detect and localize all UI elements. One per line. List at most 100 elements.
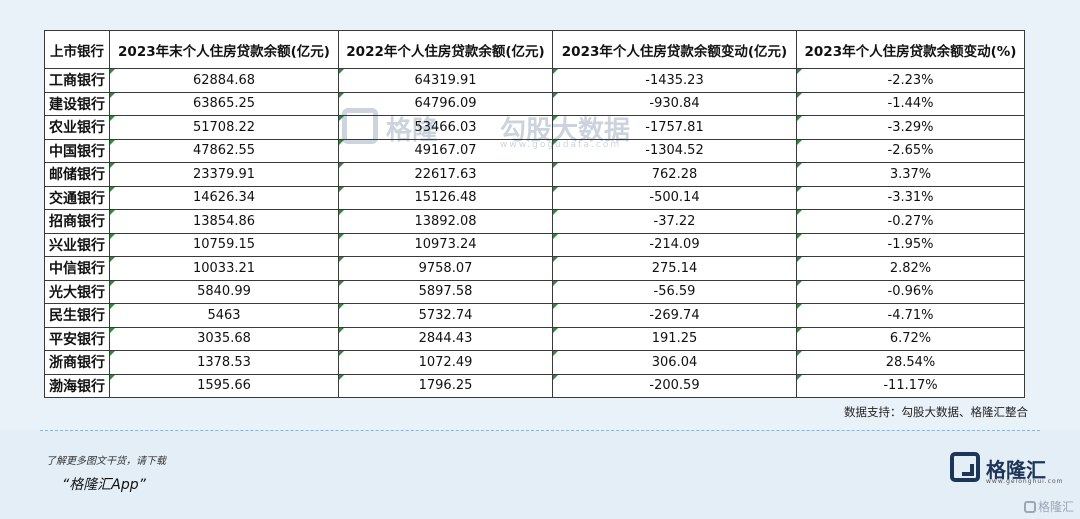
cell-bank: 招商银行 xyxy=(44,209,110,234)
cell-2023-balance: 3035.68 xyxy=(109,326,339,351)
table-row: 中信银行 10033.21 9758.07 275.14 2.82% xyxy=(44,256,1025,281)
cell-change-amount: -214.09 xyxy=(552,232,797,257)
cell-change-amount: -56.59 xyxy=(552,279,797,304)
table-row: 兴业银行 10759.15 10973.24 -214.09 -1.95% xyxy=(44,232,1025,257)
cell-bank: 中信银行 xyxy=(44,256,110,281)
table-row: 农业银行 51708.22 53466.03 -1757.81 -3.29% xyxy=(44,115,1025,140)
header-change-percent: 2023年个人住房贷款余额变动(%) xyxy=(796,30,1025,69)
cell-2023-balance: 14626.34 xyxy=(109,185,339,210)
header-change-amount: 2023年个人住房贷款余额变动(亿元) xyxy=(552,30,797,69)
cell-bank: 浙商银行 xyxy=(44,350,110,375)
table-row: 中国银行 47862.55 49167.07 -1304.52 -2.65% xyxy=(44,138,1025,163)
promo-line-1: 了解更多图文干货，请下载 xyxy=(46,456,166,467)
cell-2023-balance: 63865.25 xyxy=(109,91,339,116)
cell-2022-balance: 2844.43 xyxy=(338,326,553,351)
cell-change-percent: -1.44% xyxy=(796,91,1025,116)
header-2023-balance: 2023年末个人住房贷款余额(亿元) xyxy=(109,30,339,69)
table-row: 浙商银行 1378.53 1072.49 306.04 28.54% xyxy=(44,350,1025,375)
cell-2023-balance: 10033.21 xyxy=(109,256,339,281)
cell-2022-balance: 49167.07 xyxy=(338,138,553,163)
table-card: 上市银行 2023年末个人住房贷款余额(亿元) 2022年个人住房贷款余额(亿元… xyxy=(0,0,1080,430)
cell-change-amount: 762.28 xyxy=(552,162,797,187)
cell-2023-balance: 51708.22 xyxy=(109,115,339,140)
cell-change-percent: -11.17% xyxy=(796,373,1025,398)
cell-bank: 农业银行 xyxy=(44,115,110,140)
table-row: 民生银行 5463 5732.74 -269.74 -4.71% xyxy=(44,303,1025,328)
promo-line-2: “格隆汇App” xyxy=(62,477,146,493)
cell-2023-balance: 5840.99 xyxy=(109,279,339,304)
cell-2022-balance: 1072.49 xyxy=(338,350,553,375)
header-2022-balance: 2022年个人住房贷款余额(亿元) xyxy=(338,30,553,69)
cell-2022-balance: 15126.48 xyxy=(338,185,553,210)
cell-2023-balance: 1378.53 xyxy=(109,350,339,375)
table-row: 招商银行 13854.86 13892.08 -37.22 -0.27% xyxy=(44,209,1025,234)
cell-bank: 交通银行 xyxy=(44,185,110,210)
cell-2023-balance: 47862.55 xyxy=(109,138,339,163)
table-row: 工商银行 62884.68 64319.91 -1435.23 -2.23% xyxy=(44,68,1025,93)
cell-bank: 建设银行 xyxy=(44,91,110,116)
brand-g-icon xyxy=(950,452,980,482)
cell-change-amount: 275.14 xyxy=(552,256,797,281)
cell-change-amount: 306.04 xyxy=(552,350,797,375)
cell-bank: 光大银行 xyxy=(44,279,110,304)
cell-2023-balance: 13854.86 xyxy=(109,209,339,234)
cell-2022-balance: 5732.74 xyxy=(338,303,553,328)
table-row: 交通银行 14626.34 15126.48 -500.14 -3.31% xyxy=(44,185,1025,210)
cell-2022-balance: 13892.08 xyxy=(338,209,553,234)
cell-change-amount: -930.84 xyxy=(552,91,797,116)
cell-2023-balance: 62884.68 xyxy=(109,68,339,93)
cell-change-percent: -2.23% xyxy=(796,68,1025,93)
cell-change-amount: -1304.52 xyxy=(552,138,797,163)
brand-logo: 格隆汇 www.gelonghui.com xyxy=(950,452,1063,485)
cell-change-amount: -1757.81 xyxy=(552,115,797,140)
table-row: 邮储银行 23379.91 22617.63 762.28 3.37% xyxy=(44,162,1025,187)
housing-loan-table: 上市银行 2023年末个人住房贷款余额(亿元) 2022年个人住房贷款余额(亿元… xyxy=(44,30,1025,398)
corner-watermark-text: 格隆汇 xyxy=(1037,500,1074,514)
cell-2022-balance: 22617.63 xyxy=(338,162,553,187)
cell-2022-balance: 64796.09 xyxy=(338,91,553,116)
cell-change-percent: 3.37% xyxy=(796,162,1025,187)
cell-2022-balance: 9758.07 xyxy=(338,256,553,281)
cell-2022-balance: 64319.91 xyxy=(338,68,553,93)
cell-change-percent: -1.95% xyxy=(796,232,1025,257)
cell-change-percent: -0.27% xyxy=(796,209,1025,234)
cell-2022-balance: 1796.25 xyxy=(338,373,553,398)
cell-change-percent: -2.65% xyxy=(796,138,1025,163)
cell-bank: 平安银行 xyxy=(44,326,110,351)
table-header-row: 上市银行 2023年末个人住房贷款余额(亿元) 2022年个人住房贷款余额(亿元… xyxy=(44,30,1025,69)
cell-2022-balance: 10973.24 xyxy=(338,232,553,257)
table-row: 建设银行 63865.25 64796.09 -930.84 -1.44% xyxy=(44,91,1025,116)
cell-change-amount: -269.74 xyxy=(552,303,797,328)
corner-watermark: 格隆汇 xyxy=(1023,498,1074,515)
cell-change-percent: 6.72% xyxy=(796,326,1025,351)
dashed-divider xyxy=(40,430,1040,431)
cell-change-percent: -3.29% xyxy=(796,115,1025,140)
cell-bank: 工商银行 xyxy=(44,68,110,93)
cell-bank: 中国银行 xyxy=(44,138,110,163)
cell-2023-balance: 10759.15 xyxy=(109,232,339,257)
cell-2023-balance: 5463 xyxy=(109,303,339,328)
cell-change-percent: -3.31% xyxy=(796,185,1025,210)
data-source-note: 数据支持：勾股大数据、格隆汇整合 xyxy=(844,405,1028,419)
cell-bank: 渤海银行 xyxy=(44,373,110,398)
cell-2023-balance: 1595.66 xyxy=(109,373,339,398)
cell-change-amount: 191.25 xyxy=(552,326,797,351)
cell-change-percent: -4.71% xyxy=(796,303,1025,328)
table-row: 光大银行 5840.99 5897.58 -56.59 -0.96% xyxy=(44,279,1025,304)
cell-2022-balance: 5897.58 xyxy=(338,279,553,304)
cell-change-amount: -37.22 xyxy=(552,209,797,234)
cell-2023-balance: 23379.91 xyxy=(109,162,339,187)
cell-change-percent: 28.54% xyxy=(796,350,1025,375)
cell-change-amount: -200.59 xyxy=(552,373,797,398)
cell-change-percent: -0.96% xyxy=(796,279,1025,304)
cell-change-amount: -1435.23 xyxy=(552,68,797,93)
cell-bank: 民生银行 xyxy=(44,303,110,328)
corner-logo-icon xyxy=(1023,501,1036,513)
cell-bank: 邮储银行 xyxy=(44,162,110,187)
cell-change-percent: 2.82% xyxy=(796,256,1025,281)
table-row: 渤海银行 1595.66 1796.25 -200.59 -11.17% xyxy=(44,373,1025,398)
brand-url: www.gelonghui.com xyxy=(986,478,1064,485)
header-bank: 上市银行 xyxy=(44,30,110,69)
cell-2022-balance: 53466.03 xyxy=(338,115,553,140)
cell-bank: 兴业银行 xyxy=(44,232,110,257)
